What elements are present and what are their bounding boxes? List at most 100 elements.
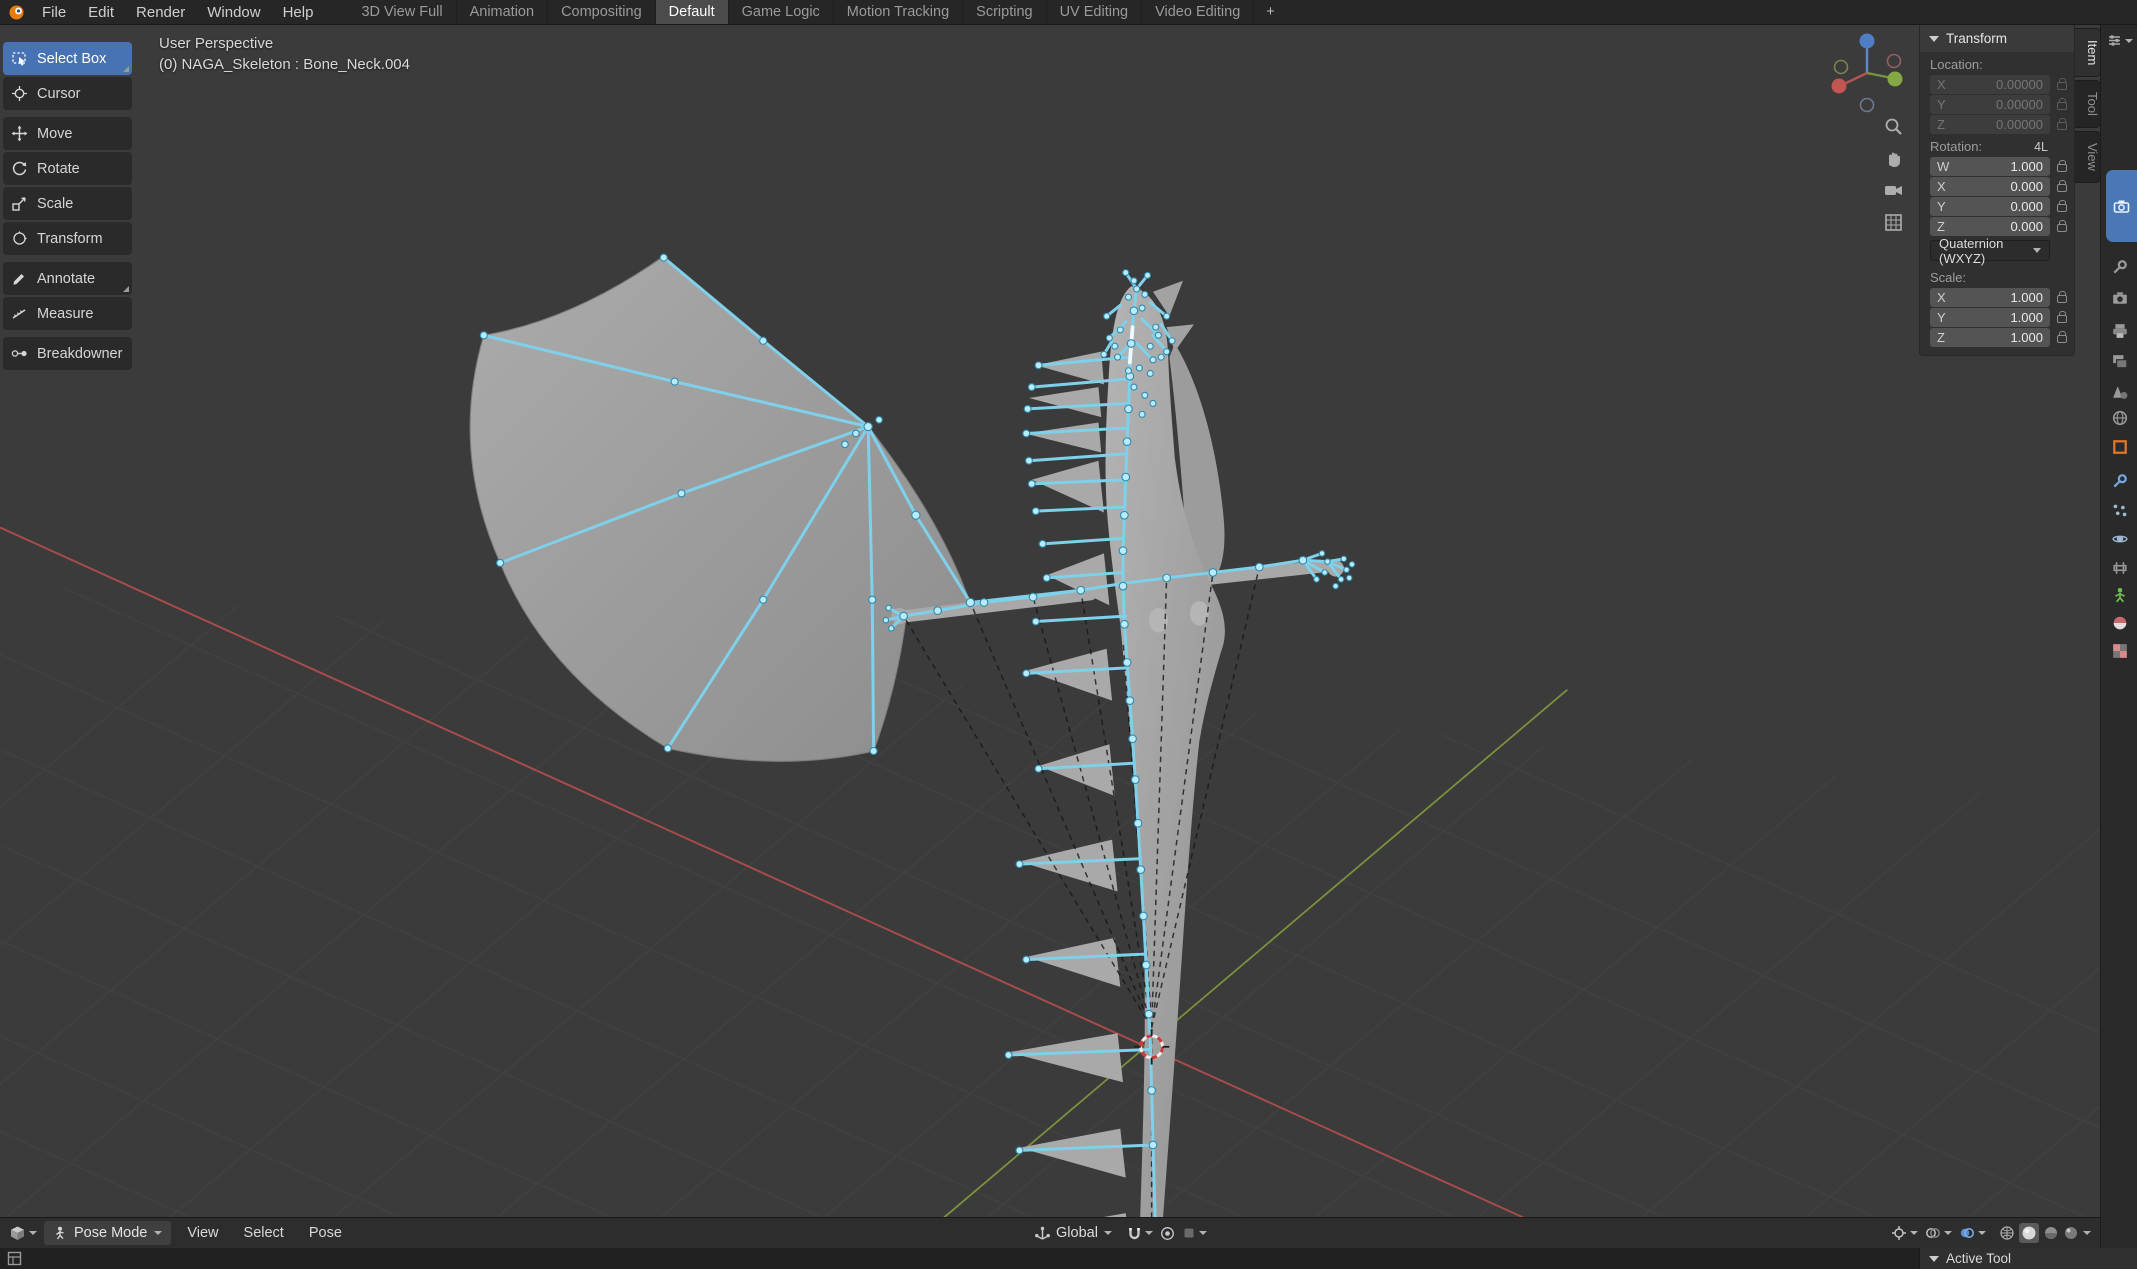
location-z-field[interactable]: Z 0.00000	[1930, 115, 2050, 134]
zoom-icon[interactable]	[1883, 116, 1904, 137]
properties-tab-modifiers[interactable]	[2112, 473, 2128, 489]
lock-icon[interactable]	[2055, 180, 2068, 192]
shading-mode-buttons	[1999, 1223, 2091, 1243]
scale-x-field[interactable]: X 1.000	[1930, 288, 2050, 307]
tool-move[interactable]: Move	[3, 117, 132, 150]
properties-tab-active[interactable]	[2106, 170, 2137, 242]
menu-file[interactable]: File	[31, 0, 77, 24]
workspace-tab-game-logic[interactable]: Game Logic	[729, 0, 834, 24]
lock-icon[interactable]	[2055, 331, 2068, 343]
workspace-tab-video-editing[interactable]: Video Editing	[1142, 0, 1254, 24]
sidebar-tab-tool[interactable]: Tool	[2075, 80, 2101, 128]
lock-icon[interactable]	[2055, 78, 2068, 90]
rotation-x-row: X 0.000	[1920, 176, 2074, 196]
menu-render[interactable]: Render	[125, 0, 196, 24]
location-x-field[interactable]: X 0.00000	[1930, 75, 2050, 94]
rotation-x-field[interactable]: X 0.000	[1930, 177, 2050, 196]
menu-help[interactable]: Help	[272, 0, 325, 24]
rotation-y-field[interactable]: Y 0.000	[1930, 197, 2050, 216]
properties-tab-material[interactable]	[2112, 615, 2128, 631]
viewport-3d-scene[interactable]	[0, 0, 2137, 1269]
tool-rotate[interactable]: Rotate	[3, 152, 132, 185]
proportional-editing-toggle[interactable]	[1160, 1226, 1175, 1241]
properties-tab-constraints[interactable]	[2112, 560, 2128, 576]
perspective-grid-icon[interactable]	[1883, 212, 1904, 233]
footer-menu-pose[interactable]: Pose	[300, 1225, 351, 1241]
properties-tab-object[interactable]	[2112, 439, 2128, 455]
rotation-w-field[interactable]: W 1.000	[1930, 157, 2050, 176]
mode-dropdown[interactable]: Pose Mode	[44, 1221, 171, 1245]
camera-view-icon[interactable]	[1883, 180, 1904, 201]
tool-transform[interactable]: Transform	[3, 222, 132, 255]
lock-icon[interactable]	[2055, 220, 2068, 232]
transform-panel-header[interactable]: Transform	[1920, 25, 2074, 52]
tool-measure[interactable]: Measure	[3, 297, 132, 330]
editor-type-selector[interactable]	[7, 1251, 22, 1266]
active-tool-panel-header[interactable]: Active Tool	[1919, 1248, 2137, 1269]
footer-menu-view[interactable]: View	[178, 1225, 227, 1241]
workspace-tab-scripting[interactable]: Scripting	[963, 0, 1046, 24]
tool-scale[interactable]: Scale	[3, 187, 132, 220]
workspace-tab-animation[interactable]: Animation	[457, 0, 548, 24]
scale-icon	[11, 195, 28, 212]
tool-cursor[interactable]: Cursor	[3, 77, 132, 110]
lock-icon[interactable]	[2055, 291, 2068, 303]
lock-icon[interactable]	[2055, 98, 2068, 110]
shading-material-button[interactable]	[2043, 1225, 2059, 1241]
show-overlays-toggle[interactable]	[1925, 1225, 1952, 1241]
properties-tab-scene[interactable]	[2112, 384, 2128, 400]
lock-icon[interactable]	[2055, 118, 2068, 130]
workspace-tab-compositing[interactable]: Compositing	[548, 0, 656, 24]
properties-tab-object-data[interactable]	[2112, 587, 2128, 603]
workspace-tab-uv-editing[interactable]: UV Editing	[1047, 0, 1143, 24]
workspace-tab-3d-view-full[interactable]: 3D View Full	[348, 0, 456, 24]
properties-editor-selector[interactable]	[2107, 33, 2133, 48]
scale-y-field[interactable]: Y 1.000	[1930, 308, 2050, 327]
menu-edit[interactable]: Edit	[77, 0, 125, 24]
rotation-mode-value: Quaternion (WXYZ)	[1939, 236, 2033, 266]
move-icon	[11, 125, 28, 142]
mode-dropdown-value: Pose Mode	[74, 1225, 147, 1241]
workspace-tab-motion-tracking[interactable]: Motion Tracking	[834, 0, 963, 24]
lock-icon[interactable]	[2055, 160, 2068, 172]
properties-tab-render[interactable]	[2112, 290, 2128, 306]
scale-z-field[interactable]: Z 1.000	[1930, 328, 2050, 347]
properties-tab-world[interactable]	[2112, 410, 2128, 426]
lock-icon[interactable]	[2055, 311, 2068, 323]
tool-label: Rotate	[37, 161, 80, 177]
shading-wireframe-button[interactable]	[1999, 1225, 2015, 1241]
properties-tab-output[interactable]	[2112, 323, 2128, 339]
rotation-4l-toggle[interactable]: 4L	[2034, 140, 2048, 154]
properties-tab-texture[interactable]	[2112, 643, 2128, 659]
menu-window[interactable]: Window	[196, 0, 271, 24]
tool-select-box[interactable]: Select Box	[3, 42, 132, 75]
sidebar-tab-item[interactable]: Item	[2075, 28, 2101, 77]
properties-tab-tool[interactable]	[2112, 259, 2128, 275]
add-workspace-button[interactable]: +	[1254, 0, 1286, 24]
pan-hand-icon[interactable]	[1883, 148, 1904, 169]
snap-toggle[interactable]	[1127, 1226, 1153, 1241]
navigation-gizmo[interactable]	[1822, 28, 1912, 118]
rotation-z-field[interactable]: Z 0.000	[1930, 217, 2050, 236]
properties-tab-physics[interactable]	[2112, 531, 2128, 547]
properties-tab-view-layer[interactable]	[2112, 354, 2128, 370]
show-gizmo-toggle[interactable]	[1891, 1225, 1918, 1241]
lock-icon[interactable]	[2055, 200, 2068, 212]
transform-orientation-dropdown[interactable]: Global	[1035, 1225, 1112, 1241]
xray-toggle-active[interactable]	[1959, 1225, 1986, 1241]
location-y-field[interactable]: Y 0.00000	[1930, 95, 2050, 114]
snap-target-button[interactable]	[1182, 1226, 1207, 1240]
footer-menu-select[interactable]: Select	[235, 1225, 293, 1241]
workspace-tab-default[interactable]: Default	[656, 0, 729, 24]
transform-icon	[11, 230, 28, 247]
properties-tab-particles[interactable]	[2112, 503, 2128, 519]
tool-breakdowner[interactable]: Breakdowner	[3, 337, 132, 370]
editor-type-selector[interactable]	[9, 1225, 37, 1242]
sidebar-tab-view[interactable]: View	[2075, 131, 2101, 183]
shading-solid-button[interactable]	[2019, 1223, 2039, 1243]
tool-annotate[interactable]: Annotate	[3, 262, 132, 295]
active-tool-title: Active Tool	[1946, 1251, 2011, 1266]
blender-logo[interactable]	[0, 0, 31, 24]
shading-rendered-button[interactable]	[2063, 1225, 2079, 1241]
rotation-mode-dropdown[interactable]: Quaternion (WXYZ)	[1930, 240, 2050, 261]
